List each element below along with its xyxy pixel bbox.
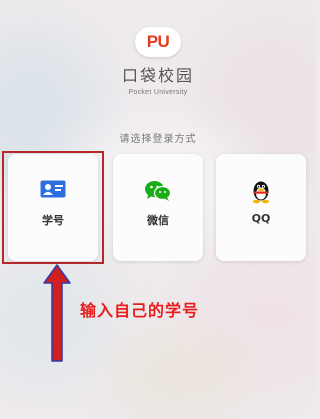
qq-login-button[interactable]: QQ (216, 154, 306, 261)
app-name: 口袋校园 (121, 66, 194, 85)
student-id-highlight-box (2, 151, 104, 264)
qq-penguin-icon (216, 180, 306, 204)
app-subtitle: Pocket University (128, 89, 188, 96)
wechat-icon (113, 180, 203, 202)
login-method-prompt: 请选择登录方式 (119, 134, 197, 145)
qq-label: QQ (251, 212, 271, 225)
app-logo: PU (135, 27, 181, 57)
wechat-login-button[interactable]: 微信 (113, 154, 203, 261)
app-logo-text: PU (146, 32, 170, 51)
up-arrow-icon (42, 263, 72, 363)
instruction-annotation: 输入自己的学号 (80, 301, 200, 320)
wechat-label: 微信 (147, 214, 169, 227)
